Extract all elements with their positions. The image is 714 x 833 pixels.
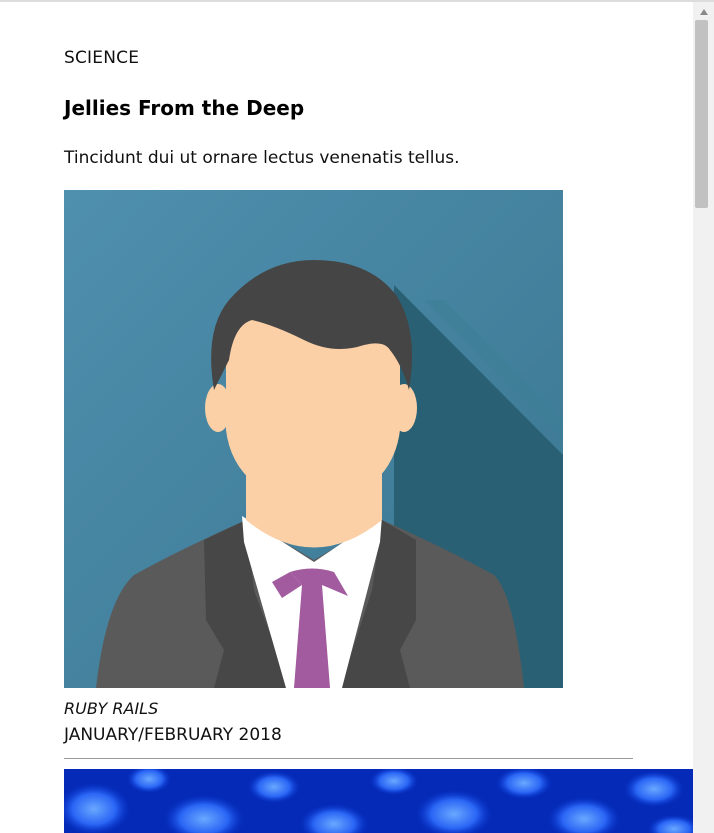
author-name[interactable]: RUBY RAILS: [64, 699, 158, 718]
browser-window: SCIENCE Jellies From the Deep Tincidunt …: [0, 0, 714, 833]
article-title[interactable]: Jellies From the Deep: [64, 96, 304, 120]
divider: [64, 758, 633, 759]
scrollbar-thumb[interactable]: [695, 20, 708, 208]
blue-jellyfish-photo: [64, 769, 693, 833]
vertical-scrollbar[interactable]: [693, 2, 714, 833]
next-article-image[interactable]: [64, 769, 693, 833]
article-category[interactable]: SCIENCE: [64, 48, 139, 68]
issue-date: JANUARY/FEBRUARY 2018: [64, 725, 282, 745]
article-summary: Tincidunt dui ut ornare lectus venenatis…: [64, 148, 460, 168]
businessman-avatar-illustration: [64, 190, 563, 688]
triangle-up-icon[interactable]: [693, 6, 714, 18]
article-card: SCIENCE Jellies From the Deep Tincidunt …: [0, 2, 693, 833]
author-photo[interactable]: [64, 190, 563, 688]
